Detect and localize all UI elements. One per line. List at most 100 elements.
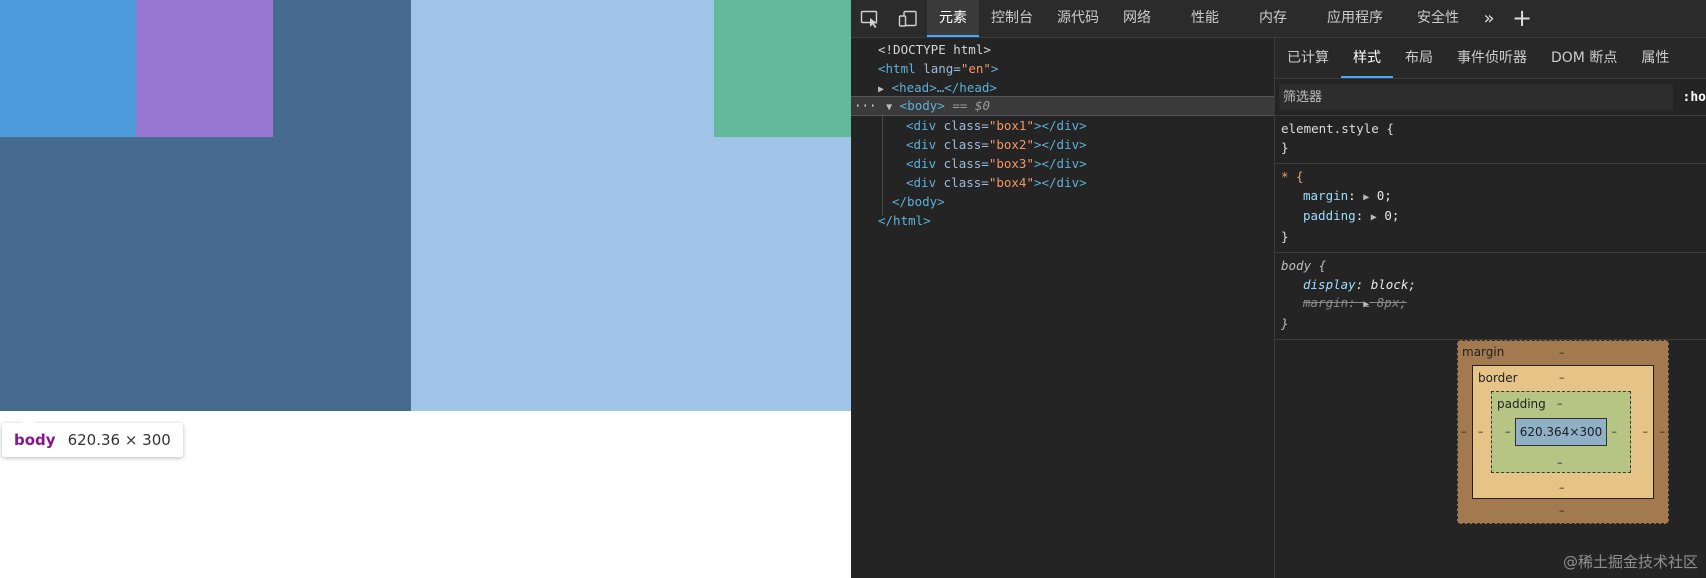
tab-application[interactable]: 应用程序 xyxy=(1315,0,1395,37)
equals-sign: = xyxy=(981,175,989,190)
rule-close: } xyxy=(1281,139,1289,155)
rule-selector: element.style { xyxy=(1281,121,1394,136)
box2[interactable] xyxy=(136,0,273,137)
expand-triangle-icon[interactable]: ▶ xyxy=(1363,192,1369,203)
tab-performance[interactable]: 性能 xyxy=(1179,0,1231,37)
colon: : xyxy=(1355,208,1371,223)
tab-layout[interactable]: 布局 xyxy=(1393,38,1445,78)
dom-div-box2[interactable]: <div class="box2"></div> xyxy=(906,135,1087,155)
watermark: @稀土掘金技术社区 xyxy=(1562,553,1698,571)
html-attr-value: "en" xyxy=(960,61,991,76)
padding-left-value: – xyxy=(1505,425,1511,438)
div-open: <div xyxy=(906,137,937,152)
prop-value: 8px; xyxy=(1376,295,1407,310)
div-class-value: "box2" xyxy=(988,137,1034,152)
tooltip-tag-name: body xyxy=(14,431,56,449)
dom-html-close[interactable]: </html> xyxy=(878,211,931,231)
rule-body-user-agent[interactable]: body { display: block; margin: ▶ 8px; } xyxy=(1275,253,1706,340)
expand-triangle-icon[interactable]: ▶ xyxy=(1371,212,1377,223)
tab-properties[interactable]: 属性 xyxy=(1629,38,1681,78)
selected-marker: == $0 xyxy=(952,98,990,113)
expand-triangle-icon[interactable]: ▶ xyxy=(878,84,884,95)
prop-name: margin xyxy=(1303,187,1349,203)
box-model-margin[interactable]: margin – – – – border – – – – padding – … xyxy=(1457,340,1669,524)
rule-selector: * { xyxy=(1281,168,1700,187)
tab-dom-breakpoints[interactable]: DOM 断点 xyxy=(1539,38,1629,78)
box4[interactable] xyxy=(714,0,851,137)
dom-body-selected[interactable]: ··· ▼ <body> == $0 xyxy=(851,96,1274,116)
add-tab-icon[interactable]: + xyxy=(1507,0,1537,37)
padding-right-value: – xyxy=(1611,425,1618,438)
tab-styles[interactable]: 样式 xyxy=(1341,38,1393,78)
div-close: ></div> xyxy=(1033,175,1087,190)
expand-triangle-icon[interactable]: ▶ xyxy=(1363,299,1369,310)
html-close-bracket: > xyxy=(990,61,999,76)
box-model-content-size[interactable]: 620.364×300 xyxy=(1515,418,1607,446)
inspect-element-icon[interactable] xyxy=(851,0,889,37)
margin-bottom-value: – xyxy=(1559,504,1565,517)
prop-margin-overridden[interactable]: margin: ▶ 8px; xyxy=(1281,294,1700,315)
styles-subtabs: 已计算 样式 布局 事件侦听器 DOM 断点 属性 xyxy=(1275,38,1706,79)
device-emulation-icon[interactable] xyxy=(889,0,927,37)
tab-sources[interactable]: 源代码 xyxy=(1045,0,1111,37)
hover-state-button[interactable]: :ho xyxy=(1683,90,1706,105)
dom-div-box1[interactable]: <div class="box1"></div> xyxy=(906,116,1087,136)
colon: : xyxy=(1355,276,1371,292)
tab-security[interactable]: 安全性 xyxy=(1405,0,1471,37)
styles-filter-input[interactable] xyxy=(1279,84,1673,110)
box-model-border[interactable]: border – – – – padding – – – – 620.364×3… xyxy=(1472,365,1654,499)
div-class-value: "box4" xyxy=(988,175,1034,190)
devtools: 元素 控制台 源代码 网络 性能 内存 应用程序 安全性 » + <!DOCTY… xyxy=(851,0,1706,578)
dom-head[interactable]: ▶ <head>…</head> xyxy=(878,78,997,98)
rule-close: } xyxy=(1281,315,1289,331)
div-attr: class xyxy=(943,118,982,133)
prop-display[interactable]: display: block; xyxy=(1281,276,1700,295)
tab-computed[interactable]: 已计算 xyxy=(1275,38,1341,78)
box-model-padding[interactable]: padding – – – – 620.364×300 xyxy=(1491,391,1631,473)
tab-elements[interactable]: 元素 xyxy=(927,0,979,37)
div-open: <div xyxy=(906,175,937,190)
padding-top-value: – xyxy=(1557,397,1563,410)
prop-margin[interactable]: margin: ▶ 0; xyxy=(1281,187,1700,208)
rule-universal[interactable]: * { margin: ▶ 0; padding: ▶ 0; } xyxy=(1275,164,1706,253)
dom-doctype[interactable]: <!DOCTYPE html> xyxy=(878,40,991,60)
dom-body-close[interactable]: </body> xyxy=(892,192,945,212)
border-bottom-value: – xyxy=(1559,481,1565,494)
prop-value: 0; xyxy=(1376,187,1392,203)
html-tag-open: <html xyxy=(878,61,916,76)
border-right-value: – xyxy=(1642,425,1649,438)
tree-guide-line xyxy=(882,114,883,216)
element-hover-tooltip: body 620.36 × 300 xyxy=(2,416,183,457)
prop-value: 0; xyxy=(1384,208,1400,223)
collapse-triangle-icon[interactable]: ▼ xyxy=(886,102,892,113)
more-actions-icon[interactable]: ··· xyxy=(854,98,877,113)
html-close-tag: </html> xyxy=(878,213,931,228)
margin-top-value: – xyxy=(1559,346,1565,359)
tab-console[interactable]: 控制台 xyxy=(979,0,1045,37)
dom-div-box4[interactable]: <div class="box4"></div> xyxy=(906,173,1087,193)
dom-html-open[interactable]: <html lang="en"> xyxy=(878,59,998,79)
dom-div-box3[interactable]: <div class="box3"></div> xyxy=(906,154,1087,174)
border-left-value: – xyxy=(1478,425,1484,438)
tab-memory[interactable]: 内存 xyxy=(1247,0,1299,37)
prop-name: margin xyxy=(1303,295,1349,310)
rule-close: } xyxy=(1281,228,1289,244)
border-top-value: – xyxy=(1559,371,1565,384)
margin-right-value: – xyxy=(1659,425,1666,438)
body-tag: <body> xyxy=(899,98,945,113)
equals-sign: = xyxy=(981,118,989,133)
div-attr: class xyxy=(943,137,982,152)
devtools-main-toolbar: 元素 控制台 源代码 网络 性能 内存 应用程序 安全性 » + xyxy=(851,0,1706,38)
div-open: <div xyxy=(906,156,937,171)
prop-padding[interactable]: padding: ▶ 0; xyxy=(1281,207,1700,228)
tab-event-listeners[interactable]: 事件侦听器 xyxy=(1445,38,1539,78)
tab-network[interactable]: 网络 xyxy=(1111,0,1163,37)
body-close-tag: </body> xyxy=(892,194,945,209)
more-tabs-icon[interactable]: » xyxy=(1471,8,1507,29)
div-attr: class xyxy=(943,156,982,171)
box1[interactable] xyxy=(0,0,136,137)
rule-element-style[interactable]: element.style { } xyxy=(1275,116,1706,164)
padding-label: padding xyxy=(1497,397,1546,411)
prop-value: block; xyxy=(1370,276,1416,292)
page-viewport: body 620.36 × 300 xyxy=(0,0,851,578)
